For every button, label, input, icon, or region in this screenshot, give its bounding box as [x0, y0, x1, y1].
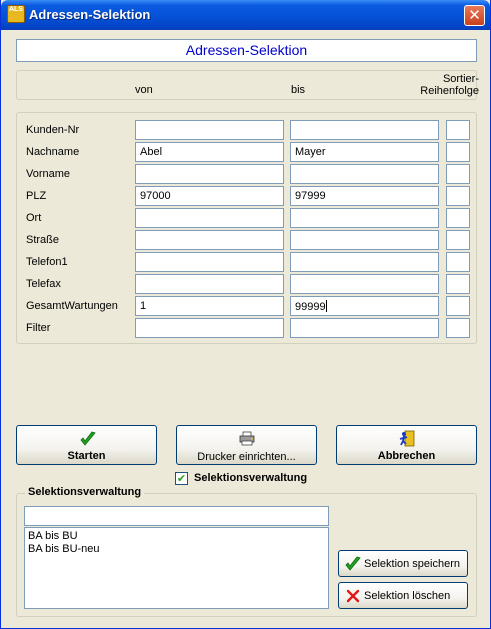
- sort-order-input[interactable]: [446, 296, 470, 316]
- column-header-bis: bis: [291, 84, 306, 96]
- field-label: Telefax: [26, 278, 61, 290]
- checkbox-checkmark-icon[interactable]: ✔: [175, 472, 188, 485]
- sort-order-input[interactable]: [446, 318, 470, 338]
- red-x-icon: [346, 589, 360, 603]
- sort-order-input[interactable]: [446, 274, 470, 294]
- selection-name-input[interactable]: [24, 506, 329, 526]
- bis-input-value: 99999: [295, 301, 326, 313]
- field-row-gesamtwartungen: GesamtWartungen 1 99999: [17, 296, 476, 316]
- column-header-von: von: [135, 84, 153, 96]
- selection-fields-panel: Kunden-Nr Nachname Abel Mayer Vorname PL…: [16, 112, 477, 344]
- column-header-sort-line1: Sortier-: [442, 73, 479, 85]
- field-row-filter: Filter: [17, 318, 476, 338]
- bis-input[interactable]: [290, 164, 439, 184]
- sort-order-input[interactable]: [446, 164, 470, 184]
- delete-selection-button[interactable]: Selektion löschen: [338, 582, 468, 609]
- von-input[interactable]: [135, 274, 284, 294]
- sort-order-input[interactable]: [446, 230, 470, 250]
- von-input[interactable]: Abel: [135, 142, 284, 162]
- list-item[interactable]: BA bis BU: [28, 530, 325, 543]
- dialog-window: ALS Adressen-Selektion ✕ Adressen-Selekt…: [0, 0, 491, 629]
- sort-order-input[interactable]: [446, 186, 470, 206]
- save-selection-label: Selektion speichern: [364, 558, 461, 570]
- save-selection-button[interactable]: Selektion speichern: [338, 550, 468, 577]
- exit-door-icon: [399, 430, 415, 447]
- field-row-telefon1: Telefon1: [17, 252, 476, 272]
- field-row-telefax: Telefax: [17, 274, 476, 294]
- green-checkmark-icon: [345, 556, 361, 571]
- field-label: GesamtWartungen: [26, 300, 118, 312]
- von-input[interactable]: [135, 318, 284, 338]
- list-item[interactable]: BA bis BU-neu: [28, 543, 325, 556]
- column-header-panel: von bis Sortier- Reihenfolge: [16, 70, 479, 100]
- close-button[interactable]: ✕: [464, 5, 485, 26]
- delete-selection-label: Selektion löschen: [364, 590, 451, 602]
- printer-icon: [239, 431, 255, 446]
- title-bar[interactable]: ALS Adressen-Selektion ✕: [1, 0, 490, 30]
- group-title: Selektionsverwaltung: [25, 486, 145, 498]
- von-input[interactable]: [135, 208, 284, 228]
- von-input[interactable]: 1: [135, 296, 284, 316]
- bis-input[interactable]: [290, 252, 439, 272]
- field-label: PLZ: [26, 190, 47, 202]
- app-logo-icon: ALS: [7, 5, 25, 23]
- field-label: Kunden-Nr: [26, 124, 80, 136]
- von-input[interactable]: [135, 252, 284, 272]
- checkbox-label: Selektionsverwaltung: [194, 472, 308, 484]
- field-label: Straße: [26, 234, 60, 246]
- sort-order-input[interactable]: [446, 252, 470, 272]
- cancel-button-label: Abbrechen: [377, 450, 436, 462]
- bis-input[interactable]: 99999: [290, 296, 439, 316]
- sort-order-input[interactable]: [446, 142, 470, 162]
- green-checkmark-icon: [80, 431, 96, 446]
- field-row-strasse: Straße: [17, 230, 476, 250]
- field-row-plz: PLZ 97000 97999: [17, 186, 476, 206]
- bis-input[interactable]: Mayer: [290, 142, 439, 162]
- von-input[interactable]: [135, 230, 284, 250]
- bis-input[interactable]: [290, 318, 439, 338]
- sort-order-input[interactable]: [446, 120, 470, 140]
- bis-input[interactable]: [290, 120, 439, 140]
- page-title: Adressen-Selektion: [16, 39, 477, 62]
- printer-setup-label: Drucker einrichten...: [197, 451, 296, 463]
- bis-input[interactable]: [290, 208, 439, 228]
- von-input[interactable]: 97000: [135, 186, 284, 206]
- field-label: Telefon1: [26, 256, 68, 268]
- printer-setup-button[interactable]: Drucker einrichten...: [176, 425, 317, 465]
- bis-input[interactable]: 97999: [290, 186, 439, 206]
- field-label: Vorname: [26, 168, 71, 180]
- field-row-vorname: Vorname: [17, 164, 476, 184]
- von-input[interactable]: [135, 120, 284, 140]
- sort-order-input[interactable]: [446, 208, 470, 228]
- field-row-kunden-nr: Kunden-Nr: [17, 120, 476, 140]
- field-label: Nachname: [26, 146, 80, 158]
- column-header-sort-line2: Reihenfolge: [420, 85, 479, 97]
- bis-input[interactable]: [290, 230, 439, 250]
- field-label: Filter: [26, 322, 51, 334]
- start-button-label: Starten: [67, 450, 106, 462]
- cancel-button[interactable]: Abbrechen: [336, 425, 477, 465]
- field-label: Ort: [26, 212, 42, 224]
- saved-selections-list[interactable]: BA bis BU BA bis BU-neu: [24, 527, 329, 609]
- bis-input[interactable]: [290, 274, 439, 294]
- text-caret: [325, 300, 327, 312]
- field-row-nachname: Nachname Abel Mayer: [17, 142, 476, 162]
- von-input[interactable]: [135, 164, 284, 184]
- window-title: Adressen-Selektion: [29, 7, 151, 22]
- start-button[interactable]: Starten: [16, 425, 157, 465]
- field-row-ort: Ort: [17, 208, 476, 228]
